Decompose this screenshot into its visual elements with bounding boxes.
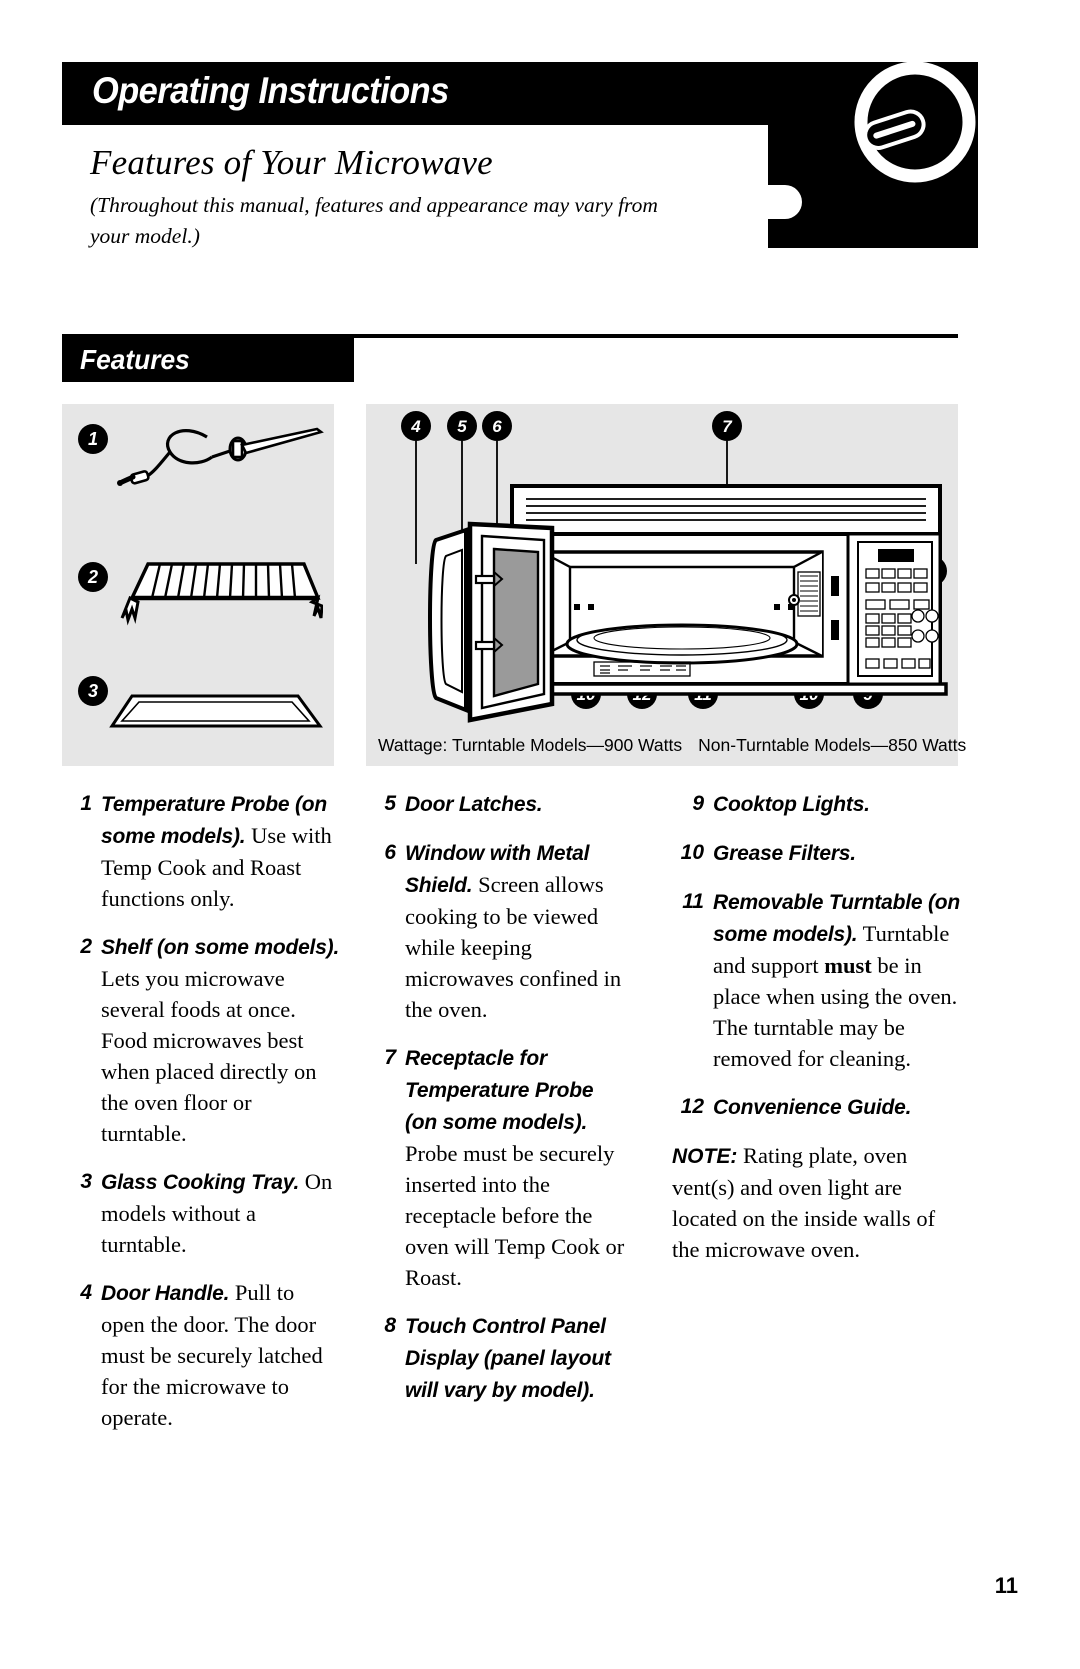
feature-title: Cooktop Lights.: [713, 793, 870, 816]
page-subtitle: (Throughout this manual, features and ap…: [90, 193, 658, 248]
feature-item-8: 8 Touch Control Panel Display (panel lay…: [376, 1310, 626, 1406]
feature-column-3: 9 Cooktop Lights. 10 Grease Filters. 11 …: [672, 788, 962, 1265]
feature-text: Grease Filters.: [713, 837, 962, 869]
feature-title: Convenience Guide.: [713, 1096, 912, 1119]
parts-illustration-panel: 1 2 3: [62, 404, 334, 766]
feature-item-1: 1 Temperature Probe (on some models). Us…: [72, 788, 340, 914]
microwave-oven-illustration: [415, 441, 948, 723]
shelf-rack-illustration: [120, 562, 323, 626]
feature-item-2: 2 Shelf (on some models). Lets you micro…: [72, 931, 340, 1149]
feature-item-11: 11 Removable Turntable (on some models).…: [672, 886, 962, 1074]
feature-text: Receptacle for Temperature Probe (on som…: [405, 1042, 626, 1293]
feature-number: 7: [384, 1046, 396, 1069]
feature-number: 4: [80, 1281, 92, 1304]
wattage-caption: Wattage: Turntable Models—900 Watts Non-T…: [378, 735, 966, 756]
feature-text: Touch Control Panel Display (panel layou…: [405, 1310, 626, 1406]
glass-cooking-tray-illustration: [109, 694, 323, 728]
feature-column-2: 5 Door Latches. 6 Window with Metal Shie…: [376, 788, 626, 1423]
feature-title: Door Latches.: [405, 793, 543, 816]
page-number: 11: [994, 1573, 1018, 1598]
features-band-label: Features: [80, 344, 190, 375]
badge-2: 2: [78, 562, 108, 592]
feature-item-10: 10 Grease Filters.: [672, 837, 962, 869]
feature-text: Temperature Probe (on some models). Use …: [101, 788, 340, 914]
feature-number: 8: [384, 1314, 396, 1337]
feature-desc: Lets you microwave several foods at once…: [101, 966, 317, 1146]
feature-number: 12: [680, 1095, 704, 1118]
feature-item-4: 4 Door Handle. Pull to open the door. Th…: [72, 1277, 340, 1433]
feature-item-7: 7 Receptacle for Temperature Probe (on s…: [376, 1042, 626, 1293]
feature-text: Shelf (on some models). Lets you microwa…: [101, 931, 340, 1149]
feature-text: Glass Cooking Tray. On models without a …: [101, 1166, 340, 1260]
feature-number: 3: [80, 1170, 92, 1193]
wattage-turntable: Turntable Models—900 Watts: [451, 735, 683, 755]
temperature-probe-illustration: [117, 427, 324, 486]
feature-item-12: 12 Convenience Guide.: [672, 1091, 962, 1123]
feature-title: Shelf (on some models).: [101, 936, 340, 959]
feature-title: Door Handle.: [101, 1282, 230, 1305]
feature-number: 1: [80, 792, 92, 815]
feature-text: Window with Metal Shield. Screen allows …: [405, 837, 626, 1025]
feature-emphasis: must: [824, 953, 872, 978]
feature-number: 6: [384, 841, 396, 864]
feature-text: Removable Turntable (on some models). Tu…: [713, 886, 962, 1074]
feature-item-5: 5 Door Latches.: [376, 788, 626, 820]
feature-column-1: 1 Temperature Probe (on some models). Us…: [72, 788, 340, 1450]
feature-number: 10: [680, 841, 704, 864]
note-block: NOTE: Rating plate, oven vent(s) and ove…: [672, 1140, 962, 1265]
feature-title: Grease Filters.: [713, 842, 856, 865]
feature-item-6: 6 Window with Metal Shield. Screen allow…: [376, 837, 626, 1025]
page-title: Features of Your Microwave: [90, 143, 493, 182]
feature-text: Door Latches.: [405, 788, 626, 820]
feature-title: Touch Control Panel Display (panel layou…: [405, 1315, 611, 1402]
feature-number: 5: [384, 792, 396, 815]
microwave-diagram-panel: 4 5 6 7 8 9 10 12 11 10 9: [366, 404, 958, 766]
header-dot-mask: [768, 185, 785, 219]
feature-item-3: 3 Glass Cooking Tray. On models without …: [72, 1166, 340, 1260]
feature-text: Door Handle. Pull to open the door. The …: [101, 1277, 340, 1433]
feature-title: Receptacle for Temperature Probe (on som…: [405, 1047, 594, 1134]
feature-number: 11: [682, 890, 704, 913]
feature-number: 2: [80, 935, 92, 958]
feature-number: 9: [692, 792, 704, 815]
wattage-non-turntable: Non-Turntable Models—850 Watts: [698, 735, 967, 755]
wattage-label: Wattage:: [378, 735, 448, 755]
badge-1: 1: [78, 424, 108, 454]
document-page: Operating Instructions Features of Your …: [0, 0, 1080, 1669]
operating-instructions-title: Operating Instructions: [92, 70, 449, 111]
control-knob-icon: [854, 61, 976, 183]
feature-text: Convenience Guide.: [713, 1091, 962, 1123]
feature-desc: Probe must be securely inserted into the…: [405, 1141, 625, 1290]
note-label: NOTE:: [672, 1145, 738, 1168]
feature-title: Glass Cooking Tray.: [101, 1171, 300, 1194]
feature-item-9: 9 Cooktop Lights.: [672, 788, 962, 820]
feature-text: Cooktop Lights.: [713, 788, 962, 820]
